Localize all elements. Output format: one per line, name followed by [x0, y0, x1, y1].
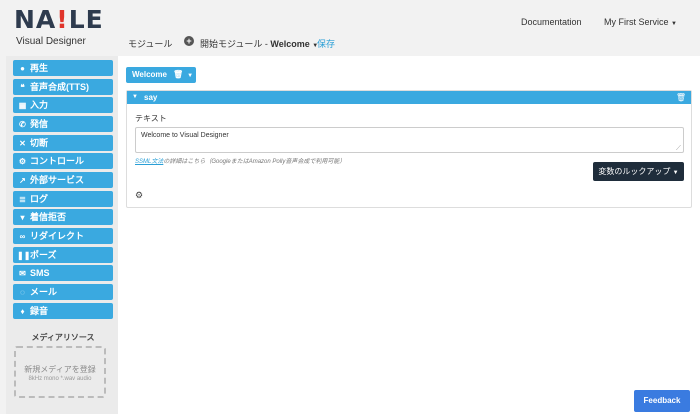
module-selector[interactable]: 開始モジュール - Welcome ▼ — [200, 37, 318, 50]
sidebar-item-label: 着信拒否 — [30, 212, 67, 222]
media-upload-dropzone[interactable]: 新規メディアを登録 8kHz mono *.wav audio — [14, 346, 106, 398]
media-upload-hint: 8kHz mono *.wav audio — [28, 376, 92, 382]
say-step-panel: ▼ say 🗑 テキスト Welcome to Visual Designer … — [126, 90, 692, 208]
ssml-help-description: の詳細はこちら（GoogleまたはAmazon Polly音声合成で利用可能） — [163, 159, 346, 165]
module-tab-label: Welcome — [132, 70, 167, 79]
sidebar-item-redirect[interactable]: ∞ リダイレクト — [13, 228, 113, 244]
current-module-name: Welcome — [270, 39, 310, 49]
sidebar-item-hangup[interactable]: ✕ 切断 — [13, 135, 113, 151]
sidebar-item-label: 音声合成(TTS) — [30, 82, 89, 92]
link-icon: ∞ — [19, 232, 26, 241]
text-field-label: テキスト — [135, 114, 167, 123]
ssml-help-link[interactable]: SSML文法 — [135, 159, 163, 165]
sidebar-item-input[interactable]: ▦ 入力 — [13, 97, 113, 113]
sidebar-item-label: メール — [30, 287, 58, 297]
sidebar-item-label: SMS — [30, 268, 50, 278]
logo-suffix: LE — [68, 5, 104, 34]
sidebar-item-record[interactable]: ♦ 録音 — [13, 303, 113, 319]
collapse-chevron-icon[interactable]: ▼ — [132, 91, 138, 104]
sidebar-item-label: 再生 — [30, 63, 49, 73]
brand-subtitle: Visual Designer — [16, 36, 86, 47]
sidebar-item-external-service[interactable]: ↗ 外部サービス — [13, 172, 113, 188]
module-tab-welcome[interactable]: Welcome 🗑 ▼ — [126, 67, 196, 83]
logo-prefix: NA — [14, 5, 57, 34]
trash-icon[interactable]: 🗑 — [173, 70, 183, 79]
sidebar-item-sms[interactable]: ✉ SMS — [13, 265, 113, 281]
module-nav-link[interactable]: モジュール — [128, 37, 172, 50]
feedback-button[interactable]: Feedback — [634, 390, 690, 412]
chevron-down-icon: ▼ — [671, 21, 677, 27]
resize-handle-icon[interactable]: ⟋ — [676, 145, 681, 153]
list-icon: ≣ — [19, 195, 26, 204]
sidebar-item-dial[interactable]: ✆ 発信 — [13, 116, 113, 132]
say-step-header[interactable]: ▼ say 🗑 — [127, 91, 691, 104]
main-canvas: Welcome 🗑 ▼ ▼ say 🗑 テキスト Welcome to Visual… — [118, 56, 700, 414]
sidebar-item-label: 録音 — [30, 306, 49, 316]
sidebar-item-reject[interactable]: ▾ 着信拒否 — [13, 209, 113, 225]
save-link[interactable]: 保存 — [317, 37, 335, 50]
add-module-icon[interactable]: + — [184, 36, 194, 46]
sidebar-item-label: 外部サービス — [30, 175, 85, 185]
sidebar-item-control[interactable]: ⚙ コントロール — [13, 153, 113, 169]
close-icon: ✕ — [19, 139, 26, 148]
documentation-link[interactable]: Documentation — [521, 17, 582, 27]
step-title: say — [144, 93, 158, 102]
header: NA!LE Visual Designer モジュール + 開始モジュール - … — [0, 0, 700, 56]
sidebar-item-label: 入力 — [30, 100, 49, 110]
quote-icon: ❝ — [20, 83, 25, 92]
variable-lookup-button[interactable]: 変数のルックアップ ▼ — [593, 162, 684, 181]
play-icon: ● — [20, 64, 25, 73]
sidebar-item-label: コントロール — [30, 156, 85, 166]
phone-icon: ✆ — [19, 120, 26, 129]
sidebar-item-label: ログ — [30, 194, 49, 204]
sidebar-item-log[interactable]: ≣ ログ — [13, 191, 113, 207]
sidebar-item-label: 発信 — [30, 119, 49, 129]
sidebar-item-label: 切断 — [30, 138, 49, 148]
sidebar: ● 再生 ❝ 音声合成(TTS) ▦ 入力 ✆ 発信 ✕ 切断 ⚙ コントロール ↗ 外部サー… — [6, 56, 118, 414]
keypad-icon: ▦ — [18, 101, 27, 110]
media-upload-label: 新規メディアを登録 — [24, 365, 96, 374]
gears-icon: ⚙ — [18, 157, 27, 166]
service-name: My First Service — [604, 17, 669, 27]
sidebar-item-play[interactable]: ● 再生 — [13, 60, 113, 76]
service-menu[interactable]: My First Service ▼ — [604, 17, 677, 27]
chevron-down-icon: ▼ — [672, 170, 679, 176]
variable-lookup-label: 変数のルックアップ — [598, 167, 671, 176]
thumbs-down-icon: ▾ — [20, 213, 25, 222]
trash-icon[interactable]: 🗑 — [676, 91, 686, 104]
chevron-down-icon[interactable]: ▼ — [187, 73, 193, 79]
speech-bubble-icon: ◌ — [20, 288, 25, 297]
external-link-icon: ↗ — [19, 176, 26, 185]
logo-bang: ! — [56, 5, 69, 34]
logo[interactable]: NA!LE — [14, 6, 104, 34]
sidebar-item-label: ポーズ — [30, 250, 57, 260]
crumb-prefix: 開始モジュール - — [200, 39, 271, 49]
envelope-icon: ✉ — [19, 269, 26, 278]
say-text-input[interactable]: Welcome to Visual Designer — [135, 127, 684, 153]
sidebar-item-pause[interactable]: ❚❚ポーズ — [13, 247, 113, 263]
pause-icon: ❚❚ — [17, 251, 31, 260]
sidebar-item-tts[interactable]: ❝ 音声合成(TTS) — [13, 79, 113, 95]
media-resources-title: メディアリソース — [31, 333, 95, 342]
ssml-help-text: SSML文法の詳細はこちら（GoogleまたはAmazon Polly音声合成で… — [135, 156, 345, 165]
sidebar-item-label: リダイレクト — [30, 231, 85, 241]
microphone-icon: ♦ — [20, 307, 25, 316]
sidebar-item-email[interactable]: ◌ メール — [13, 284, 113, 300]
gear-icon[interactable]: ⚙ — [135, 190, 143, 201]
